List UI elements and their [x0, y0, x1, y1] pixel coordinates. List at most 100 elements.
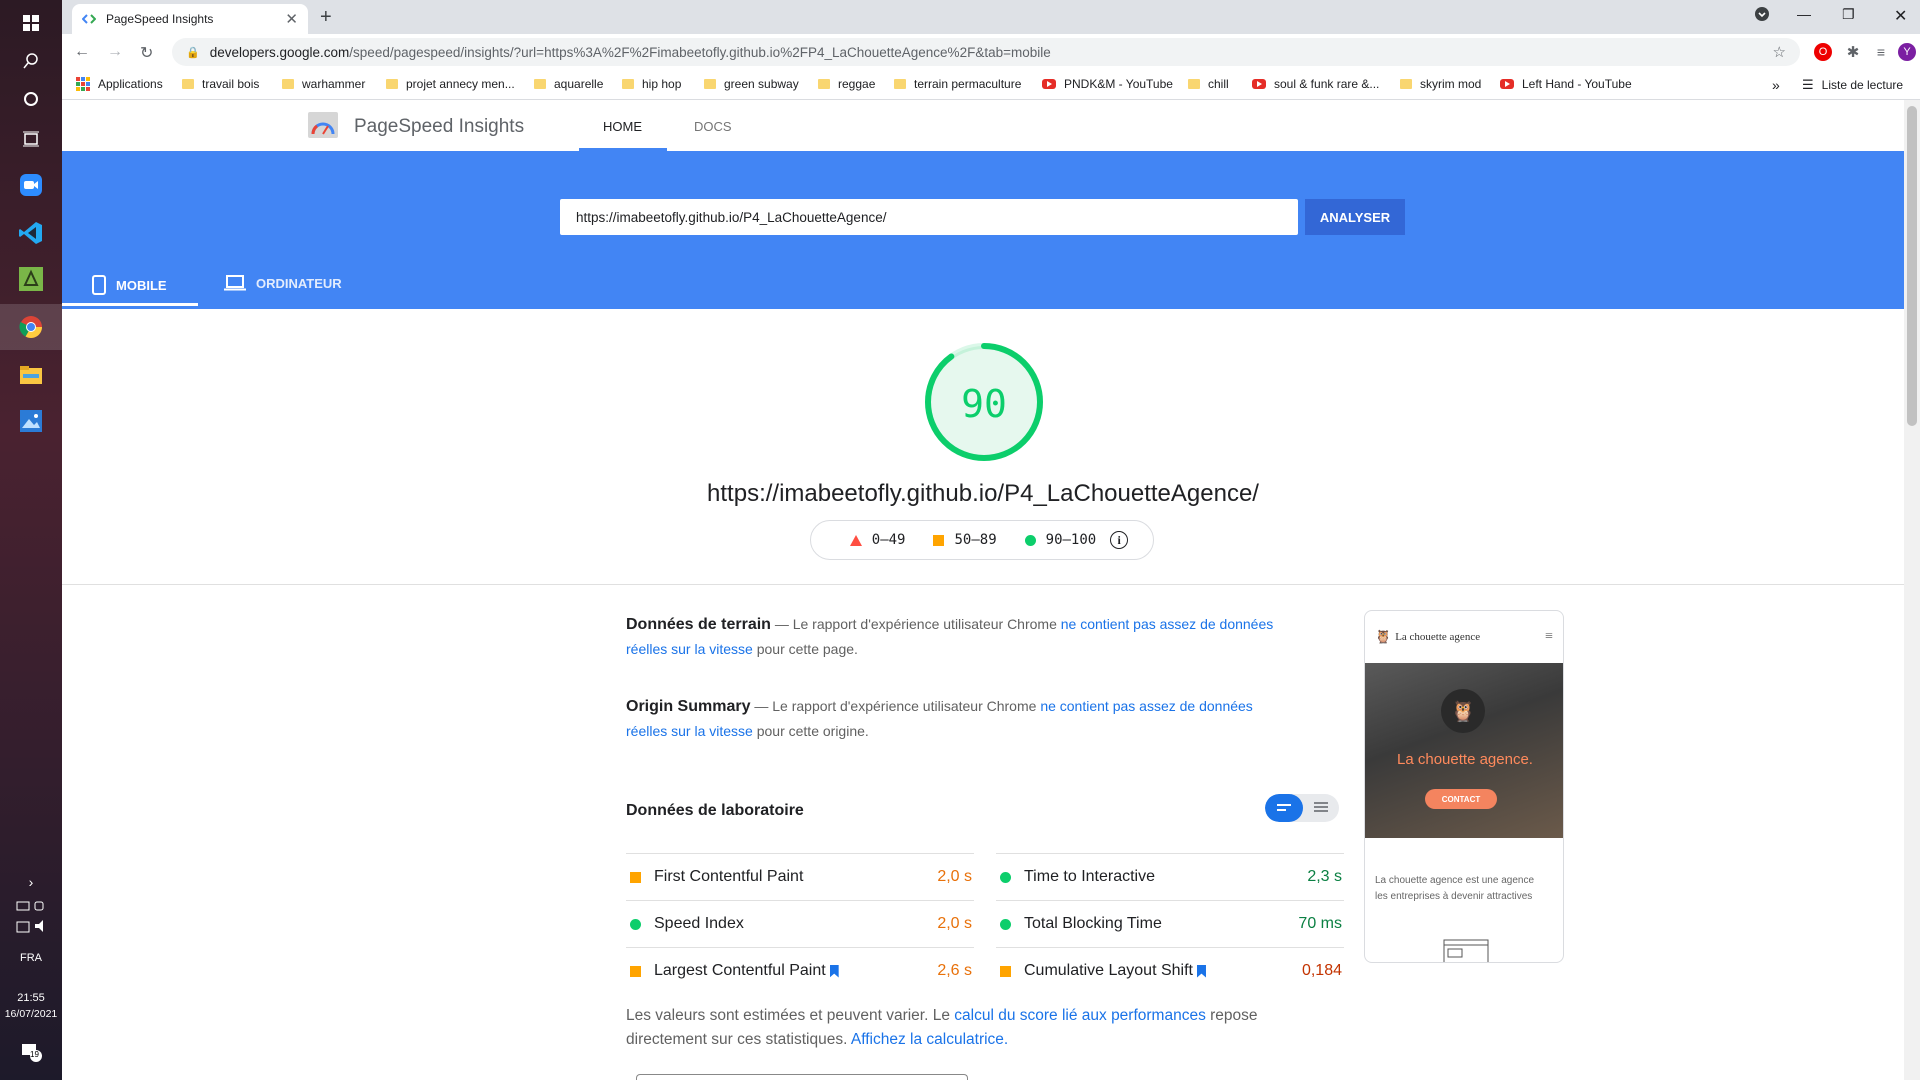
bookmark-aquarelle[interactable]: aquarelle [534, 77, 603, 91]
opera-extension-icon[interactable]: O [1814, 43, 1832, 61]
scrollbar-thumb[interactable] [1907, 106, 1917, 426]
notifications-icon[interactable]: 19 [0, 1042, 62, 1065]
status-indicator [626, 918, 654, 930]
bookmark-reggae[interactable]: reggae [818, 77, 875, 91]
folder-icon [182, 79, 194, 89]
analyze-banner: https://imabeetofly.github.io/P4_LaChoue… [62, 151, 1904, 309]
expanded-view-icon[interactable] [1303, 794, 1339, 822]
bookmark-warhammer[interactable]: warhammer [282, 77, 365, 91]
youtube-icon [1042, 79, 1056, 89]
metrics-view-toggle[interactable] [1265, 794, 1339, 822]
info-icon[interactable]: i [1110, 531, 1129, 549]
bookmark-projet-annecy[interactable]: projet annecy men... [386, 77, 515, 91]
clock-time[interactable]: 21:55 [0, 992, 62, 1004]
metrics-column-right: Time to Interactive 2,3 s Total Blocking … [996, 853, 1344, 994]
minimize-button[interactable]: — [1797, 6, 1811, 22]
metric-row: Total Blocking Time 70 ms [996, 900, 1344, 947]
folder-icon [534, 79, 546, 89]
tab-desktop[interactable]: ORDINATEUR [224, 275, 342, 291]
bookmark-star-icon[interactable]: ☆ [1773, 43, 1786, 61]
folder-icon [894, 79, 906, 89]
apps-icon [76, 77, 90, 91]
tab-desktop-label: ORDINATEUR [256, 275, 342, 291]
average-square-icon [1000, 965, 1011, 977]
bookmark-skyrim-mod[interactable]: skyrim mod [1400, 77, 1481, 91]
status-indicator [626, 965, 654, 977]
bookmark-chill[interactable]: chill [1188, 77, 1229, 91]
profile-avatar[interactable]: Y [1898, 43, 1916, 61]
chevron-up-icon[interactable]: › [0, 874, 62, 890]
tab-pagespeed[interactable]: PageSpeed Insights ✕ [72, 4, 308, 34]
pass-circle-icon [630, 918, 641, 930]
browser-window-illustration-icon [1443, 939, 1489, 962]
file-explorer-icon[interactable] [0, 352, 62, 398]
language-indicator[interactable]: FRA [0, 952, 62, 964]
score-calculation-link[interactable]: calcul du score lié aux performances [954, 1007, 1206, 1024]
preview-hero-title: La chouette agence. [1397, 751, 1533, 768]
folder-icon [622, 79, 634, 89]
field-data-title: Données de terrain [626, 616, 771, 633]
smartphone-icon [92, 275, 106, 295]
metric-name: First Contentful Paint [654, 868, 804, 885]
clock-date[interactable]: 16/07/2021 [0, 1008, 62, 1020]
nav-home[interactable]: HOME [603, 119, 642, 134]
bookmark-pndkm-youtube[interactable]: PNDK&M - YouTube [1042, 77, 1173, 91]
bookmark-green-subway[interactable]: green subway [704, 77, 799, 91]
url-input[interactable]: https://imabeetofly.github.io/P4_LaChoue… [560, 199, 1298, 235]
field-data-text-end: pour cette page. [752, 641, 858, 657]
task-view-icon[interactable] [0, 116, 62, 162]
forward-icon[interactable]: → [107, 43, 123, 61]
bookmark-soul-funk[interactable]: soul & funk rare &... [1252, 77, 1379, 91]
photos-icon[interactable] [0, 398, 62, 444]
preview-hero: 🦉 La chouette agence. CONTACT [1365, 663, 1563, 838]
field-data-text: — Le rapport d'expérience utilisateur Ch… [770, 616, 1061, 632]
restore-button[interactable]: ❐ [1842, 6, 1855, 23]
compact-view-icon[interactable] [1265, 794, 1303, 822]
bookmarks-overflow-button[interactable]: » [1772, 77, 1780, 93]
notifications-count: 19 [30, 1050, 39, 1059]
reload-icon[interactable]: ↻ [140, 43, 153, 63]
tab-search-icon[interactable] [1754, 6, 1770, 25]
metric-name: Largest Contentful Paint [654, 962, 826, 979]
metric-name: Time to Interactive [1024, 868, 1156, 885]
legend-average-label: 50–89 [954, 532, 997, 548]
zoom-app-icon[interactable] [0, 162, 62, 208]
bookmarks-bar: Applications travail bois warhammer proj… [62, 70, 1920, 100]
legend-average: 50–89 [933, 532, 997, 548]
screenshot-preview: 🦉 La chouette agence ≡ 🦉 La chouette age… [1364, 610, 1564, 963]
lab-data-title: Données de laboratoire [626, 802, 804, 819]
back-icon[interactable]: ← [74, 43, 90, 61]
legend-pass: 90–100 [1024, 532, 1096, 548]
tab-close-icon[interactable]: ✕ [285, 10, 298, 28]
collapsed-panel-edge [636, 1074, 968, 1080]
calculator-link[interactable]: Affichez la calculatrice. [851, 1031, 1008, 1048]
app-launcher-icon[interactable] [0, 256, 62, 302]
owl-badge-icon: 🦉 [1441, 689, 1485, 733]
tab-mobile[interactable]: MOBILE [92, 275, 167, 295]
page-scrollbar[interactable] [1904, 100, 1920, 1080]
metric-row: First Contentful Paint 2,0 s [626, 853, 974, 900]
metric-value: 2,0 s [937, 915, 972, 932]
bookmark-label: travail bois [202, 77, 260, 91]
bookmark-label: hip hop [642, 77, 682, 91]
extensions-puzzle-icon[interactable]: ✱ [1844, 43, 1862, 61]
system-tray-icons[interactable] [0, 898, 62, 941]
chrome-icon[interactable] [0, 304, 62, 350]
bookmark-travail-bois[interactable]: travail bois [182, 77, 259, 91]
bookmark-terrain-permaculture[interactable]: terrain permaculture [894, 77, 1021, 91]
reading-list-button[interactable]: ☰ Liste de lecture [1802, 77, 1903, 93]
metric-value: 2,6 s [937, 962, 972, 979]
close-window-button[interactable]: ✕ [1894, 6, 1907, 26]
analyze-button[interactable]: ANALYSER [1305, 199, 1405, 235]
laptop-icon [224, 275, 246, 291]
vscode-icon[interactable] [0, 210, 62, 256]
new-tab-button[interactable]: + [320, 6, 332, 29]
nav-docs[interactable]: DOCS [694, 119, 732, 134]
bookmark-left-hand-youtube[interactable]: Left Hand - YouTube [1500, 77, 1632, 91]
bookmark-applications[interactable]: Applications [76, 77, 163, 91]
bookmark-hip-hop[interactable]: hip hop [622, 77, 681, 91]
bookmark-label: projet annecy men... [406, 77, 515, 91]
address-bar[interactable]: 🔒 developers.google.com/speed/pagespeed/… [172, 38, 1800, 66]
media-control-icon[interactable]: ≡ [1872, 43, 1890, 61]
lock-icon[interactable]: 🔒 [186, 46, 200, 59]
